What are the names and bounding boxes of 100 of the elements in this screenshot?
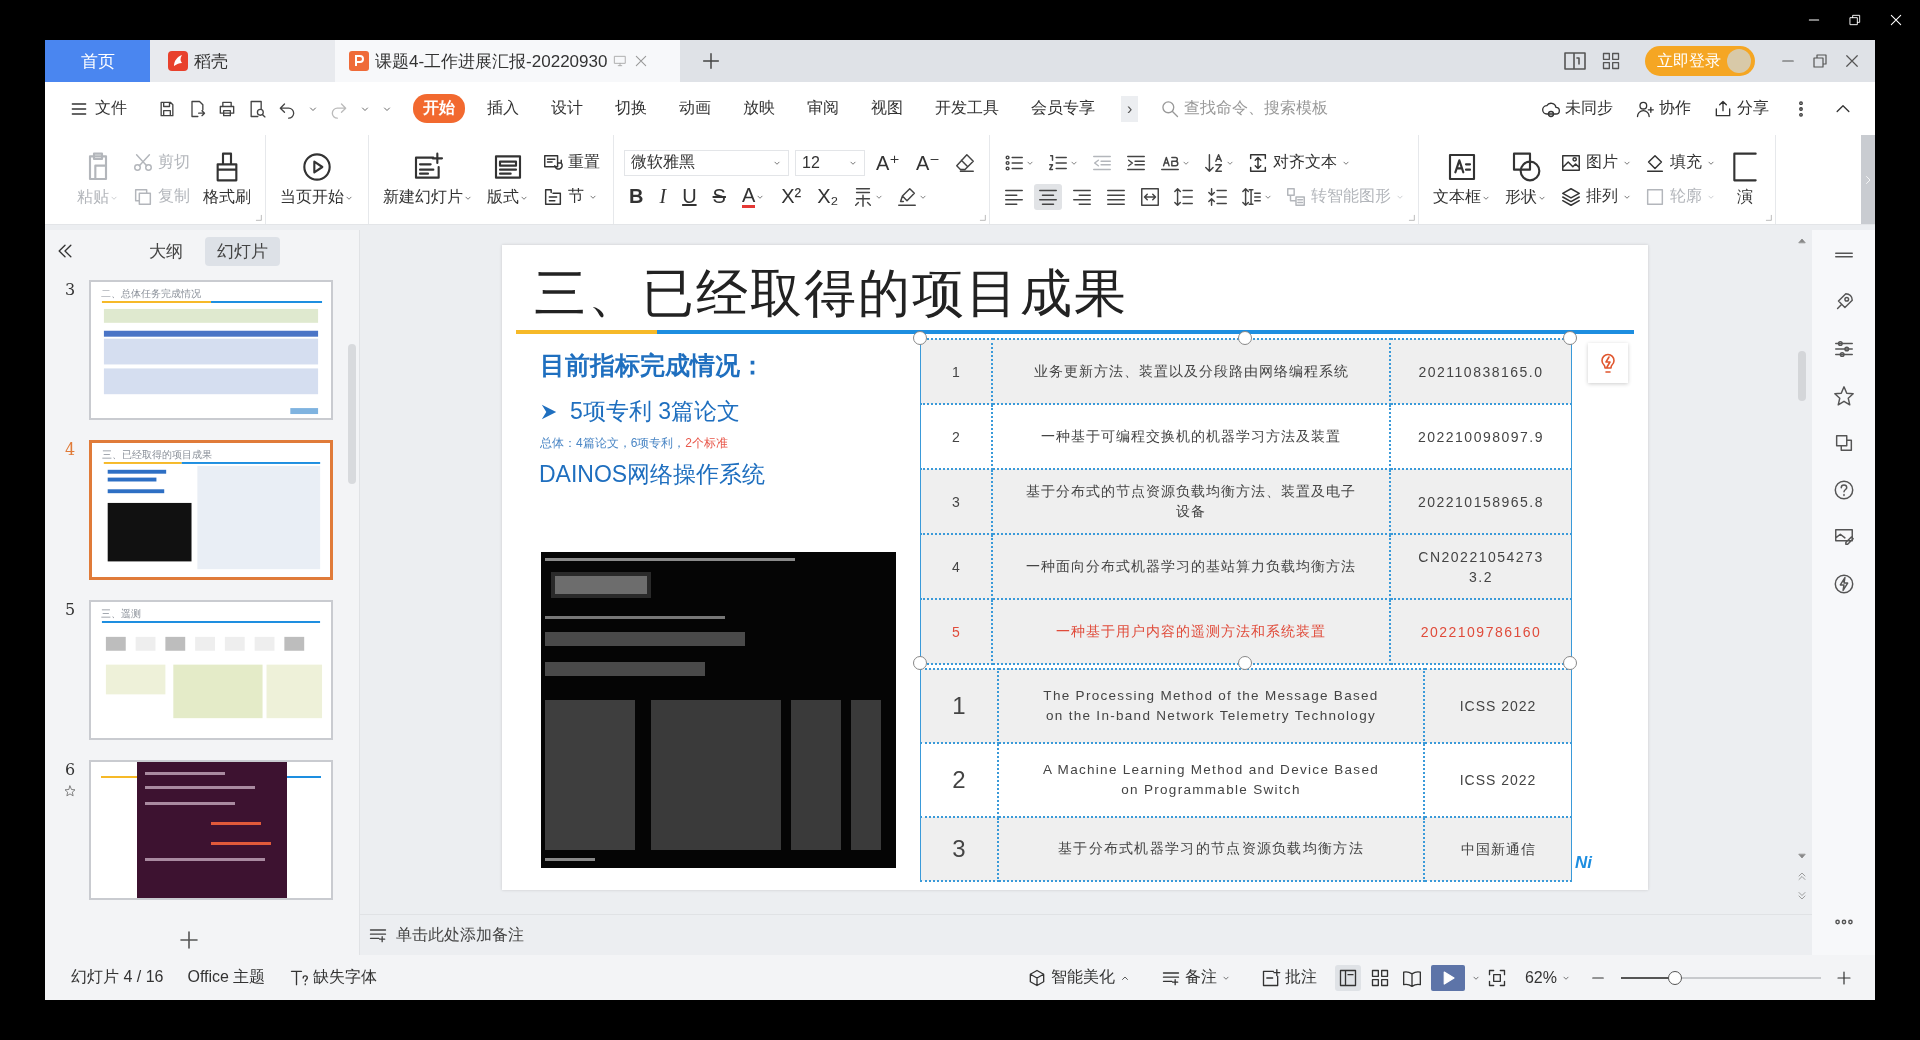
ribbon-button[interactable]: 文本框	[1428, 149, 1495, 210]
table-cell: 一种基于用户内容的遥测方法和系统装置	[992, 599, 1390, 664]
table-cell: 业务更新方法、装置以及分段路由网络编程系统	[992, 339, 1390, 404]
table-cell: 1	[920, 339, 992, 404]
format-button[interactable]: A	[736, 185, 771, 208]
resize-handle[interactable]	[1238, 656, 1252, 670]
format-button[interactable]: A⁻	[910, 150, 945, 175]
toolbar-action[interactable]: 协作	[1635, 98, 1691, 119]
grid-view-icon[interactable]	[1369, 967, 1390, 988]
help-icon[interactable]	[1832, 479, 1855, 501]
comments-button[interactable]: 批注	[1248, 967, 1329, 988]
share-icon	[1713, 98, 1733, 119]
table-cell: 基于分布式的节点资源负载均衡方法、装置及电子设备	[992, 469, 1390, 534]
grid-icon[interactable]	[1601, 51, 1621, 71]
restore-icon[interactable]	[1848, 13, 1862, 27]
line-spacing-icon	[1206, 185, 1229, 208]
font-select[interactable]: 微软雅黑	[624, 149, 789, 176]
slider-thumb[interactable]	[1668, 970, 1682, 985]
size-select[interactable]: 12	[795, 149, 865, 176]
bolt-icon[interactable]	[1832, 573, 1855, 595]
ribbon-button[interactable]: 节	[539, 183, 603, 210]
beautify-button[interactable]: 智能美化	[1014, 967, 1143, 988]
ribbon-button[interactable]: 填充	[1640, 149, 1719, 176]
table-cell: 中国新通信	[1424, 817, 1572, 881]
distribute-icon	[1138, 185, 1161, 208]
ribbon-tab[interactable]: 视图	[861, 94, 913, 123]
toolbar-action[interactable]: 未同步	[1541, 98, 1613, 119]
ribbon-button[interactable]: 版式	[483, 149, 533, 210]
thumbnail-title: 三、已经取得的项目成果	[101, 448, 213, 462]
ribbon-tab[interactable]: 切换	[605, 94, 657, 123]
reading-icon[interactable]	[1563, 49, 1587, 73]
plus-icon[interactable]	[700, 50, 722, 72]
ribbon-button[interactable]: 当页开始	[276, 149, 358, 210]
ribbon-tab[interactable]: 动画	[669, 94, 721, 123]
table-cell: 202110838165.0	[1390, 339, 1572, 404]
close-icon[interactable]	[1888, 12, 1904, 28]
star-icon[interactable]	[1832, 385, 1855, 407]
table-cell: 5	[920, 599, 992, 664]
notes-field[interactable]: 单击此处添加备注	[396, 924, 524, 946]
comment-icon	[1260, 967, 1281, 988]
file-menu[interactable]: 文件	[63, 94, 133, 123]
resize-handle[interactable]	[1563, 656, 1577, 670]
resize-handle[interactable]	[913, 656, 927, 670]
zoom-slider[interactable]	[1621, 970, 1821, 985]
ribbon-button[interactable]: 新建幻灯片	[379, 149, 477, 210]
panel-tab[interactable]: 大纲	[137, 236, 195, 266]
table-cell: 4	[920, 534, 992, 599]
fit-icon[interactable]	[1486, 967, 1507, 988]
avatar-icon	[1727, 49, 1751, 73]
ribbon-tab[interactable]: 会员专享	[1021, 94, 1105, 123]
ribbon-tab[interactable]: 设计	[541, 94, 593, 123]
sliders-icon[interactable]	[1832, 338, 1855, 360]
ribbon-tab[interactable]: 插入	[477, 94, 529, 123]
ribbon-button[interactable]: 图片	[1556, 149, 1635, 176]
smart-graphic-icon	[1284, 185, 1307, 208]
tab[interactable]: 稻壳	[150, 40, 335, 82]
format-button[interactable]: I	[654, 185, 672, 208]
normal-view-icon[interactable]	[1337, 967, 1358, 988]
format-button[interactable]: S	[707, 185, 731, 208]
app-logo-icon	[168, 51, 188, 71]
arrow-bullet-icon	[540, 402, 558, 421]
notes-button[interactable]: 备注	[1148, 967, 1243, 988]
slide-thumbnail[interactable]: 三、遥测	[89, 600, 333, 740]
format-button[interactable]	[1033, 183, 1062, 210]
theme-name: Office 主题	[186, 967, 267, 987]
ribbon-tab[interactable]: 放映	[733, 94, 785, 123]
format-button[interactable]: A⁺	[871, 150, 905, 175]
ribbon-button[interactable]: 形状	[1500, 149, 1551, 210]
zoom-level[interactable]: 62%	[1512, 968, 1583, 987]
table-cell: CN202210542733.2	[1390, 534, 1572, 599]
ribbon-button[interactable]: 重置	[539, 149, 603, 176]
scrollbar-thumb[interactable]	[348, 344, 356, 484]
smart-tip-button[interactable]	[1588, 343, 1628, 383]
slideshow-button[interactable]	[1430, 964, 1465, 991]
scissors-icon	[132, 151, 154, 174]
scrollbar-thumb[interactable]	[1798, 351, 1806, 401]
table-cell: 2022109786160	[1390, 599, 1572, 664]
format-button[interactable]: X₂	[812, 185, 844, 208]
ribbon-button[interactable]: 排列	[1556, 183, 1635, 210]
ribbon-button[interactable]: 格式刷	[199, 149, 255, 210]
ribbon-button[interactable]: 演	[1724, 149, 1765, 210]
panel-tab[interactable]: 幻灯片	[205, 236, 280, 266]
table-cell: 1	[920, 669, 998, 743]
more-tabs-button[interactable]: ›	[1121, 95, 1139, 122]
ribbon-button[interactable]: 对齐文本	[1243, 149, 1354, 176]
ribbon-tab[interactable]: 审阅	[797, 94, 849, 123]
slide-thumbnail[interactable]: 二、总体任务完成情况	[89, 280, 333, 420]
format-button[interactable]: U	[677, 185, 702, 208]
toolbar-action[interactable]: 分享	[1713, 98, 1769, 119]
plus-icon[interactable]	[177, 928, 201, 952]
tab[interactable]: 首页	[45, 40, 150, 82]
table-cell: The Processing Method of the Message Based on the In-band Network Telemetry Technology	[998, 669, 1424, 743]
slide-thumbnail[interactable]: 三、已经取得的项目成果	[89, 440, 333, 580]
format-button[interactable]: X²	[776, 185, 807, 208]
image-edit-icon[interactable]	[1832, 526, 1855, 548]
ribbon-tab[interactable]: 开发工具	[925, 94, 1009, 123]
format-button[interactable]: B	[624, 185, 649, 208]
missing-font-button[interactable]: 缺失字体	[277, 967, 390, 988]
slide-number: 5	[64, 600, 76, 619]
slide-subheading: DAINOS网络操作系统	[539, 460, 766, 489]
